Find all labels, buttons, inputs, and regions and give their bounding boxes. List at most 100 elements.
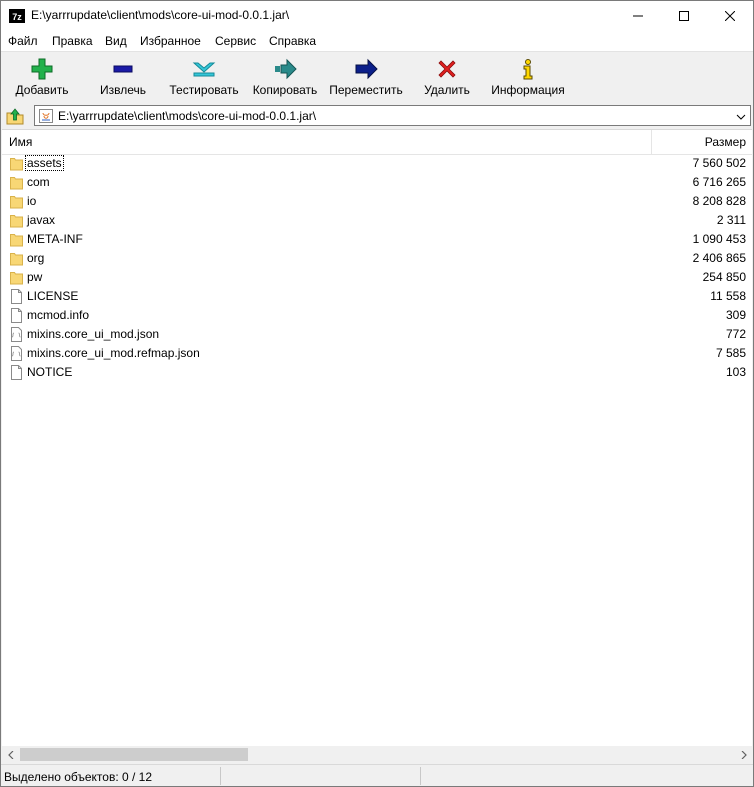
maximize-icon [679, 11, 689, 21]
file-size: 254 850 [702, 270, 746, 284]
file-row[interactable]: NOTICE 103 [2, 363, 752, 382]
copy-button[interactable]: Копировать [250, 52, 320, 102]
file-row[interactable]: mixins.core_ui_mod.json 772 [2, 325, 752, 344]
folder-icon [10, 158, 23, 171]
file-list[interactable]: Имя Размер assets 7 560 502 com 6 716 265 io… [2, 129, 752, 747]
address-path: E:\yarrrupdate\client\mods\core-ui-mod-0… [58, 109, 317, 123]
folder-up-icon [6, 108, 24, 125]
file-icon [11, 308, 22, 323]
file-row[interactable]: com 6 716 265 [2, 173, 752, 192]
scroll-left-button[interactable] [2, 746, 19, 763]
add-button[interactable]: Добавить [9, 52, 75, 102]
column-header: Имя Размер [2, 130, 752, 155]
jar-file-icon [39, 109, 53, 123]
file-name: pw [27, 270, 43, 284]
folder-icon [10, 272, 23, 285]
selection-status: Выделено объектов: 0 / 12 [4, 770, 153, 784]
address-bar: E:\yarrrupdate\client\mods\core-ui-mod-0… [1, 102, 753, 128]
app-icon: 7z [9, 9, 25, 23]
status-divider [420, 767, 421, 785]
test-icon [192, 62, 216, 77]
app-window: 7z E:\yarrrupdate\client\mods\core-ui-mo… [0, 0, 754, 787]
folder-up-button[interactable] [5, 106, 25, 126]
file-row[interactable]: mixins.core_ui_mod.refmap.json 7 585 [2, 344, 752, 363]
info-icon [523, 59, 533, 80]
file-size: 8 208 828 [692, 194, 746, 208]
file-name: io [27, 194, 37, 208]
horizontal-scrollbar[interactable] [2, 746, 752, 763]
folder-icon [10, 234, 23, 247]
file-row[interactable]: pw 254 850 [2, 268, 752, 287]
file-row[interactable]: org 2 406 865 [2, 249, 752, 268]
file-name: NOTICE [27, 365, 73, 379]
window-title: E:\yarrrupdate\client\mods\core-ui-mod-0… [31, 8, 290, 22]
column-divider[interactable] [651, 130, 652, 154]
minus-icon [113, 65, 133, 73]
file-size: 7 585 [715, 346, 746, 360]
file-name: mixins.core_ui_mod.refmap.json [27, 346, 200, 360]
move-arrow-icon [355, 58, 378, 80]
menu-favorites[interactable]: Избранное [140, 34, 201, 48]
column-name-header[interactable]: Имя [9, 135, 32, 149]
file-size: 309 [725, 308, 746, 322]
close-button[interactable] [707, 1, 753, 31]
file-row[interactable]: LICENSE 11 558 [2, 287, 752, 306]
address-dropdown-button[interactable] [736, 111, 746, 121]
file-size: 11 558 [710, 289, 746, 303]
menu-bar: Файл Правка Вид Избранное Сервис Справка [1, 31, 753, 51]
file-size: 772 [725, 327, 746, 341]
json-file-icon [11, 327, 22, 342]
delete-button[interactable]: Удалить [419, 52, 475, 102]
menu-file[interactable]: Файл [8, 34, 38, 48]
menu-view[interactable]: Вид [105, 34, 127, 48]
file-name: mcmod.info [27, 308, 90, 322]
add-icon [31, 58, 53, 80]
title-bar: 7z E:\yarrrupdate\client\mods\core-ui-mo… [1, 1, 753, 31]
file-rows: assets 7 560 502 com 6 716 265 io 8 208 828 ja… [2, 154, 752, 382]
file-row[interactable]: assets 7 560 502 [2, 154, 752, 173]
file-name: assets [25, 155, 64, 171]
json-file-icon [11, 346, 22, 361]
file-row[interactable]: META-INF 1 090 453 [2, 230, 752, 249]
test-button[interactable]: Тестировать [167, 52, 241, 102]
menu-tools[interactable]: Сервис [215, 34, 256, 48]
file-name: mixins.core_ui_mod.json [27, 327, 160, 341]
chevron-left-icon [7, 750, 13, 759]
minimize-button[interactable] [615, 1, 661, 31]
info-button[interactable]: Информация [489, 52, 567, 102]
extract-button[interactable]: Извлечь [91, 52, 155, 102]
move-button[interactable]: Переместить [328, 52, 404, 102]
file-name: LICENSE [27, 289, 79, 303]
copy-arrow-icon [275, 58, 297, 80]
file-name: org [27, 251, 45, 265]
scrollbar-thumb[interactable] [20, 748, 248, 761]
file-name: javax [27, 213, 56, 227]
menu-edit[interactable]: Правка [52, 34, 93, 48]
folder-icon [10, 177, 23, 190]
scroll-right-button[interactable] [735, 746, 752, 763]
file-size: 103 [725, 365, 746, 379]
file-row[interactable]: javax 2 311 [2, 211, 752, 230]
file-size: 7 560 502 [692, 156, 746, 170]
status-divider [220, 767, 221, 785]
folder-icon [10, 215, 23, 228]
delete-x-icon [438, 60, 456, 78]
menu-help[interactable]: Справка [269, 34, 316, 48]
maximize-button[interactable] [661, 1, 707, 31]
file-row[interactable]: io 8 208 828 [2, 192, 752, 211]
file-row[interactable]: mcmod.info 309 [2, 306, 752, 325]
file-size: 1 090 453 [692, 232, 746, 246]
folder-icon [10, 253, 23, 266]
file-name: META-INF [27, 232, 83, 246]
file-icon [11, 289, 22, 304]
column-size-header[interactable]: Размер [705, 135, 746, 149]
file-size: 6 716 265 [692, 175, 746, 189]
chevron-down-icon [736, 114, 746, 120]
file-icon [11, 365, 22, 380]
file-size: 2 311 [716, 213, 746, 227]
status-bar: Выделено объектов: 0 / 12 [1, 764, 753, 786]
file-name: com [27, 175, 50, 189]
close-icon [725, 11, 735, 21]
minimize-icon [633, 15, 643, 17]
address-input[interactable]: E:\yarrrupdate\client\mods\core-ui-mod-0… [34, 105, 751, 126]
